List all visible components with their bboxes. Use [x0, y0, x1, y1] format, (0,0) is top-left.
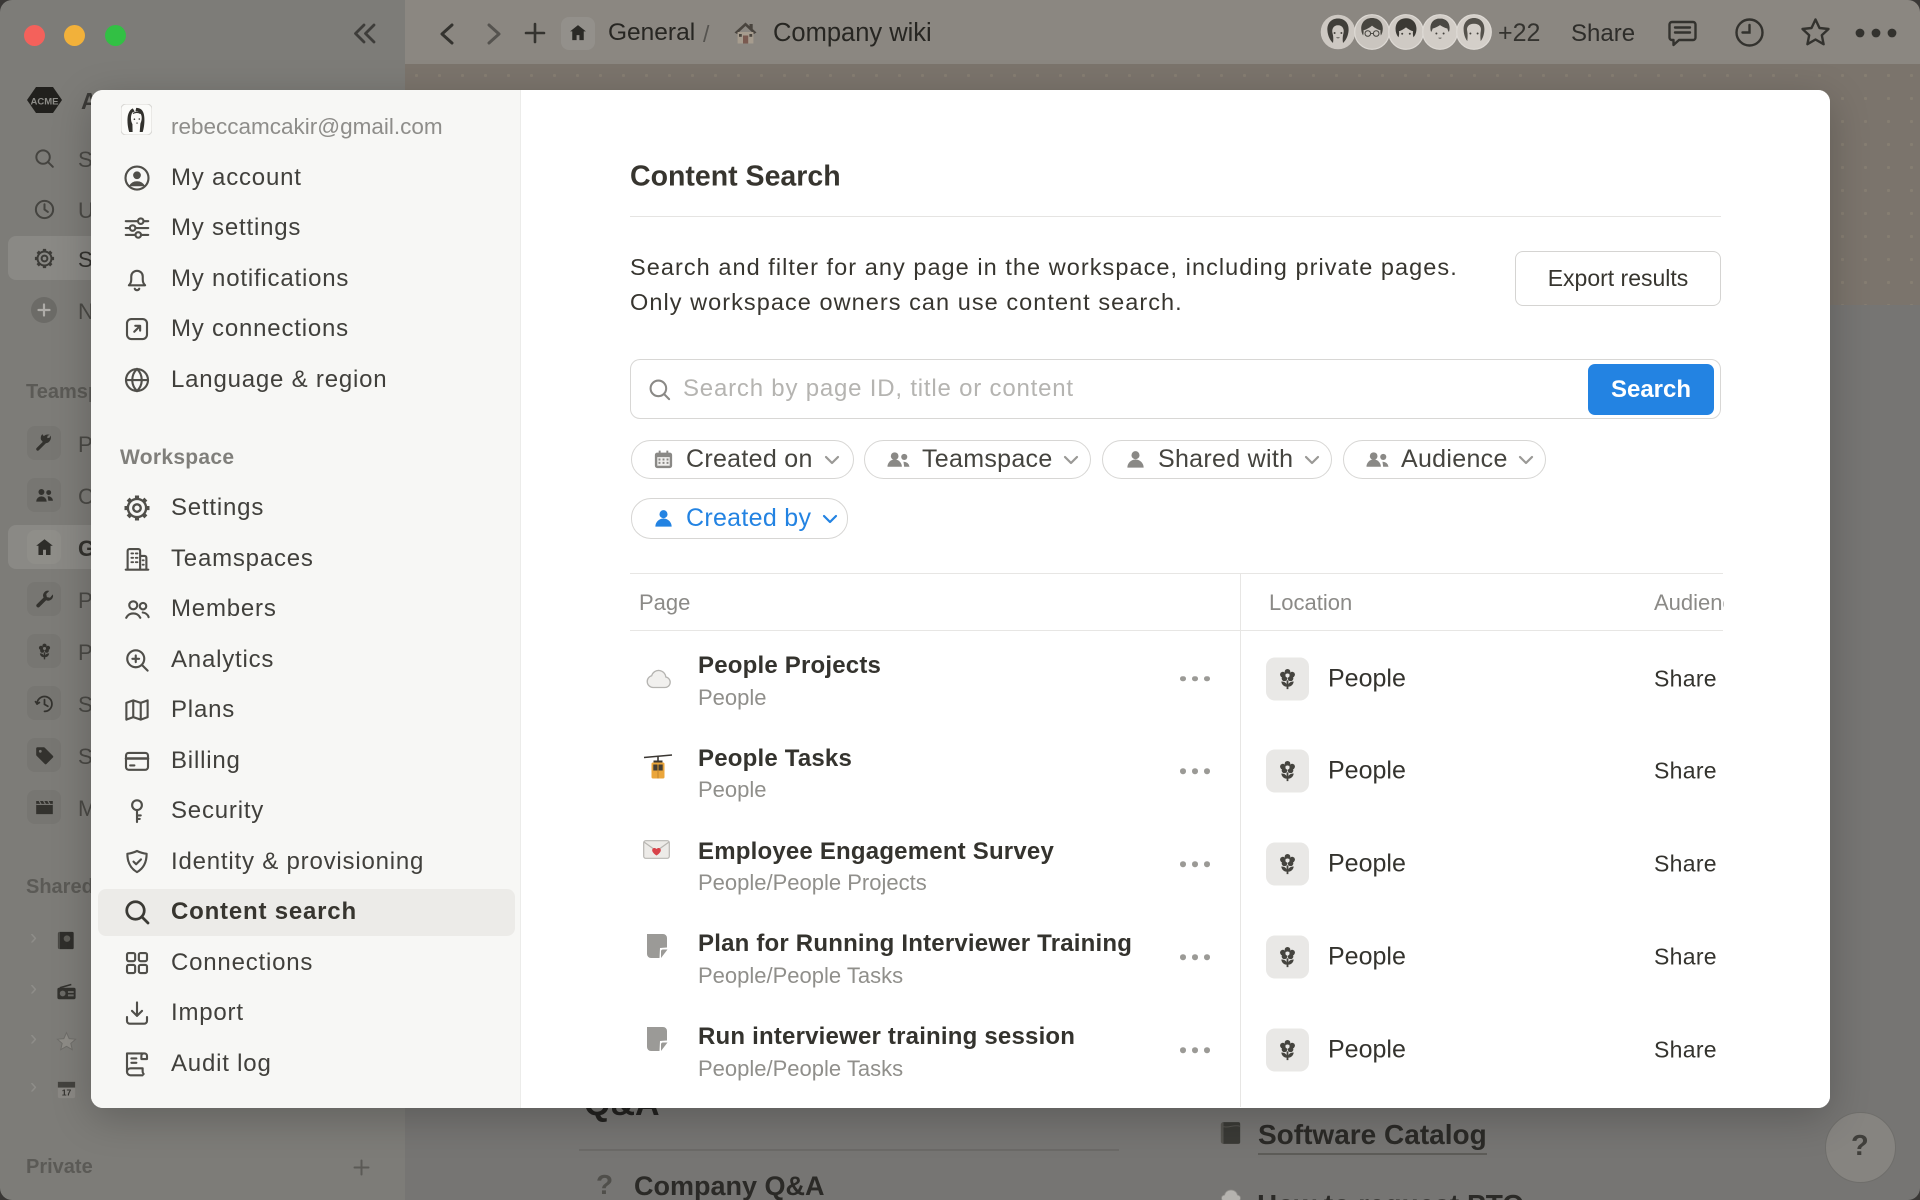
svg-text:ACME: ACME [31, 97, 59, 108]
svg-text:17: 17 [62, 1088, 72, 1098]
